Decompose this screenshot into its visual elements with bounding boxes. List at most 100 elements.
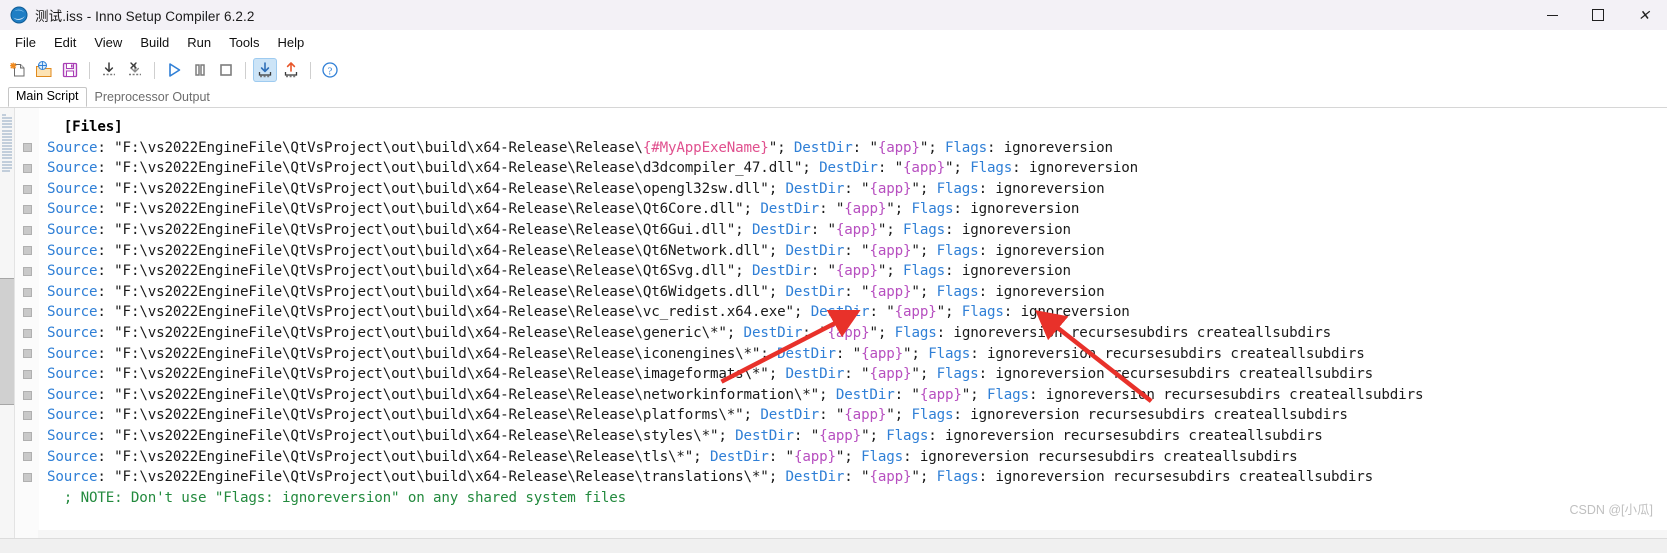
flags-value: ignoreversion — [995, 283, 1105, 300]
minimap-line — [2, 163, 12, 166]
punct: : — [97, 386, 115, 403]
code-line[interactable]: [Files] — [47, 117, 1667, 138]
punct: : — [844, 180, 862, 197]
code-line[interactable]: Source: "F:\vs2022EngineFile\QtVsProject… — [47, 302, 1667, 323]
code-line[interactable]: Source: "F:\vs2022EngineFile\QtVsProject… — [47, 199, 1667, 220]
fold-marker[interactable] — [22, 472, 32, 482]
terminate-icon[interactable] — [214, 58, 238, 82]
flags-keyword: Flags — [903, 221, 946, 238]
save-file-icon[interactable] — [58, 58, 82, 82]
code-line[interactable]: Source: "F:\vs2022EngineFile\QtVsProject… — [47, 138, 1667, 159]
fold-marker[interactable] — [22, 452, 32, 462]
tab-main-script[interactable]: Main Script — [8, 87, 87, 107]
fold-marker[interactable] — [22, 287, 32, 297]
stop-compile-icon[interactable] — [123, 58, 147, 82]
code-line[interactable]: Source: "F:\vs2022EngineFile\QtVsProject… — [47, 323, 1667, 344]
new-file-icon[interactable] — [6, 58, 30, 82]
flags-keyword: Flags — [894, 324, 937, 341]
help-icon[interactable]: ? — [318, 58, 342, 82]
compile-icon[interactable] — [97, 58, 121, 82]
flags-value: ignoreversion recursesubdirs createallsu… — [945, 427, 1323, 444]
menu-help[interactable]: Help — [268, 32, 313, 53]
code-line[interactable]: Source: "F:\vs2022EngineFile\QtVsProject… — [47, 467, 1667, 488]
code-line[interactable]: Source: "F:\vs2022EngineFile\QtVsProject… — [47, 405, 1667, 426]
code-line[interactable]: Source: "F:\vs2022EngineFile\QtVsProject… — [47, 261, 1667, 282]
punct: : — [953, 201, 971, 218]
flags-value: ignoreversion — [995, 180, 1105, 197]
punct: : — [844, 366, 862, 383]
tab-preprocessor-output[interactable]: Preprocessor Output — [87, 88, 218, 107]
code-line[interactable]: Source: "F:\vs2022EngineFile\QtVsProject… — [47, 447, 1667, 468]
window-title: 测试.iss - Inno Setup Compiler 6.2.2 — [35, 9, 255, 24]
fold-slot — [15, 302, 39, 323]
editor-tab-strip: Main Script Preprocessor Output — [0, 85, 1667, 107]
punct: : — [97, 469, 115, 486]
punct: : — [852, 139, 870, 156]
fold-marker[interactable] — [22, 163, 32, 173]
source-keyword: Source — [47, 345, 98, 362]
flags-keyword: Flags — [903, 263, 946, 280]
code-line[interactable]: ; NOTE: Don't use "Flags: ignoreversion"… — [47, 488, 1667, 509]
open-file-icon[interactable] — [32, 58, 56, 82]
close-button[interactable]: ✕ — [1621, 0, 1667, 30]
fold-marker[interactable] — [22, 308, 32, 318]
maximize-button[interactable] — [1575, 0, 1621, 30]
fold-slot — [15, 117, 39, 138]
fold-marker[interactable] — [22, 246, 32, 256]
minimap-line — [2, 135, 12, 138]
fold-marker[interactable] — [22, 411, 32, 421]
code-line[interactable]: Source: "F:\vs2022EngineFile\QtVsProject… — [47, 241, 1667, 262]
fold-slot — [15, 158, 39, 179]
fold-marker[interactable] — [22, 349, 32, 359]
fold-marker[interactable] — [22, 369, 32, 379]
punct: : — [986, 139, 1004, 156]
code-line[interactable]: Source: "F:\vs2022EngineFile\QtVsProject… — [47, 385, 1667, 406]
code-line[interactable]: Source: "F:\vs2022EngineFile\QtVsProject… — [47, 220, 1667, 241]
horizontal-scrollbar[interactable] — [38, 530, 1667, 538]
minimap-line — [2, 166, 12, 169]
minimap-viewport-thumb[interactable] — [0, 278, 14, 405]
destdir-keyword: DestDir — [751, 221, 811, 238]
run-icon[interactable] — [162, 58, 186, 82]
minimap-line — [2, 123, 12, 126]
app-constant: {app} — [903, 160, 945, 177]
app-constant: {app} — [869, 283, 912, 300]
fold-marker[interactable] — [22, 390, 32, 400]
code-line[interactable]: Source: "F:\vs2022EngineFile\QtVsProject… — [47, 179, 1667, 200]
minimap-line — [2, 114, 6, 116]
fold-marker[interactable] — [22, 205, 32, 215]
menu-run[interactable]: Run — [178, 32, 220, 53]
export-icon[interactable] — [279, 58, 303, 82]
minimap-line — [2, 120, 12, 123]
quote: "; — [936, 304, 962, 321]
menu-edit[interactable]: Edit — [45, 32, 85, 53]
fold-marker[interactable] — [22, 431, 32, 441]
quote: " — [869, 139, 878, 156]
quote: "; — [886, 201, 912, 218]
fold-marker[interactable] — [22, 266, 32, 276]
import-icon[interactable] — [253, 58, 277, 82]
editor-minimap[interactable] — [0, 108, 15, 538]
code-content[interactable]: [Files] Source: "F:\vs2022EngineFile\QtVs… — [39, 108, 1667, 538]
fold-marker[interactable] — [22, 225, 32, 235]
fold-marker[interactable] — [22, 143, 32, 153]
punct: : — [978, 180, 996, 197]
pause-icon[interactable] — [188, 58, 212, 82]
code-line[interactable]: Source: "F:\vs2022EngineFile\QtVsProject… — [47, 282, 1667, 303]
source-keyword: Source — [47, 242, 98, 259]
fold-marker[interactable] — [22, 328, 32, 338]
code-line[interactable]: Source: "F:\vs2022EngineFile\QtVsProject… — [47, 344, 1667, 365]
code-line[interactable]: Source: "F:\vs2022EngineFile\QtVsProject… — [47, 426, 1667, 447]
minimize-button[interactable] — [1529, 0, 1575, 30]
menu-tools[interactable]: Tools — [220, 32, 268, 53]
menu-build[interactable]: Build — [131, 32, 178, 53]
code-line[interactable]: Source: "F:\vs2022EngineFile\QtVsProject… — [47, 158, 1667, 179]
flags-keyword: Flags — [936, 366, 979, 383]
fold-marker[interactable] — [22, 184, 32, 194]
code-line[interactable]: Source: "F:\vs2022EngineFile\QtVsProject… — [47, 364, 1667, 385]
flags-value: ignoreversion recursesubdirs createallsu… — [970, 407, 1348, 424]
app-constant: {app} — [793, 448, 836, 465]
menu-view[interactable]: View — [85, 32, 131, 53]
menu-file[interactable]: File — [6, 32, 45, 53]
